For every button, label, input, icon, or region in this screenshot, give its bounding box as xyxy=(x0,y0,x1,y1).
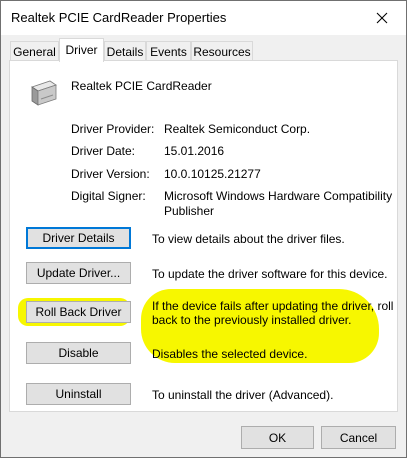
ok-button[interactable]: OK xyxy=(241,426,314,449)
driver-provider-value: Realtek Semiconduct Corp. xyxy=(164,122,311,136)
driver-version-value: 10.0.10125.21277 xyxy=(164,167,261,181)
driver-version-label: Driver Version: xyxy=(71,167,150,181)
tab-details[interactable]: Details xyxy=(104,41,146,62)
roll-back-driver-description: If the device fails after updating the d… xyxy=(152,299,393,327)
driver-details-description: To view details about the driver files. xyxy=(152,232,345,246)
update-driver-button[interactable]: Update Driver... xyxy=(26,262,131,284)
card-reader-icon xyxy=(31,80,57,106)
digital-signer-line-1: Microsoft Windows Hardware Compatibility xyxy=(164,189,393,203)
roll-back-driver-button[interactable]: Roll Back Driver xyxy=(26,301,131,323)
tab-strip: General Driver Details Events Resources xyxy=(1,35,406,62)
tab-general[interactable]: General xyxy=(10,41,59,62)
roll-back-description-line-1: If the device fails after updating the d… xyxy=(152,299,394,313)
uninstall-description: To uninstall the driver (Advanced). xyxy=(152,388,334,402)
digital-signer-label: Digital Signer: xyxy=(71,189,146,203)
update-driver-description: To update the driver software for this d… xyxy=(152,267,388,281)
digital-signer-line-2: Publisher xyxy=(164,204,215,218)
close-button[interactable] xyxy=(362,3,402,33)
driver-date-value: 15.01.2016 xyxy=(164,144,225,158)
uninstall-button[interactable]: Uninstall xyxy=(26,383,131,405)
title-bar: Realtek PCIE CardReader Properties xyxy=(1,1,406,35)
close-icon xyxy=(376,12,388,24)
driver-provider-label: Driver Provider: xyxy=(71,122,155,136)
window-title: Realtek PCIE CardReader Properties xyxy=(11,10,227,25)
tab-driver[interactable]: Driver xyxy=(59,38,104,62)
cancel-button[interactable]: Cancel xyxy=(321,426,396,449)
tab-events[interactable]: Events xyxy=(146,41,191,62)
disable-button[interactable]: Disable xyxy=(26,342,131,364)
properties-dialog: Realtek PCIE CardReader Properties Gener… xyxy=(0,0,407,458)
driver-date-label: Driver Date: xyxy=(71,144,136,158)
tab-resources[interactable]: Resources xyxy=(191,41,253,62)
device-name: Realtek PCIE CardReader xyxy=(71,79,212,93)
driver-details-button[interactable]: Driver Details xyxy=(26,227,131,249)
roll-back-description-line-2: back to the previously installed driver. xyxy=(152,313,352,327)
driver-tab-panel: Realtek PCIE CardReader Driver Provider:… xyxy=(9,60,398,412)
disable-description: Disables the selected device. xyxy=(152,347,308,361)
digital-signer-value: Microsoft Windows Hardware Compatibility… xyxy=(164,189,392,219)
